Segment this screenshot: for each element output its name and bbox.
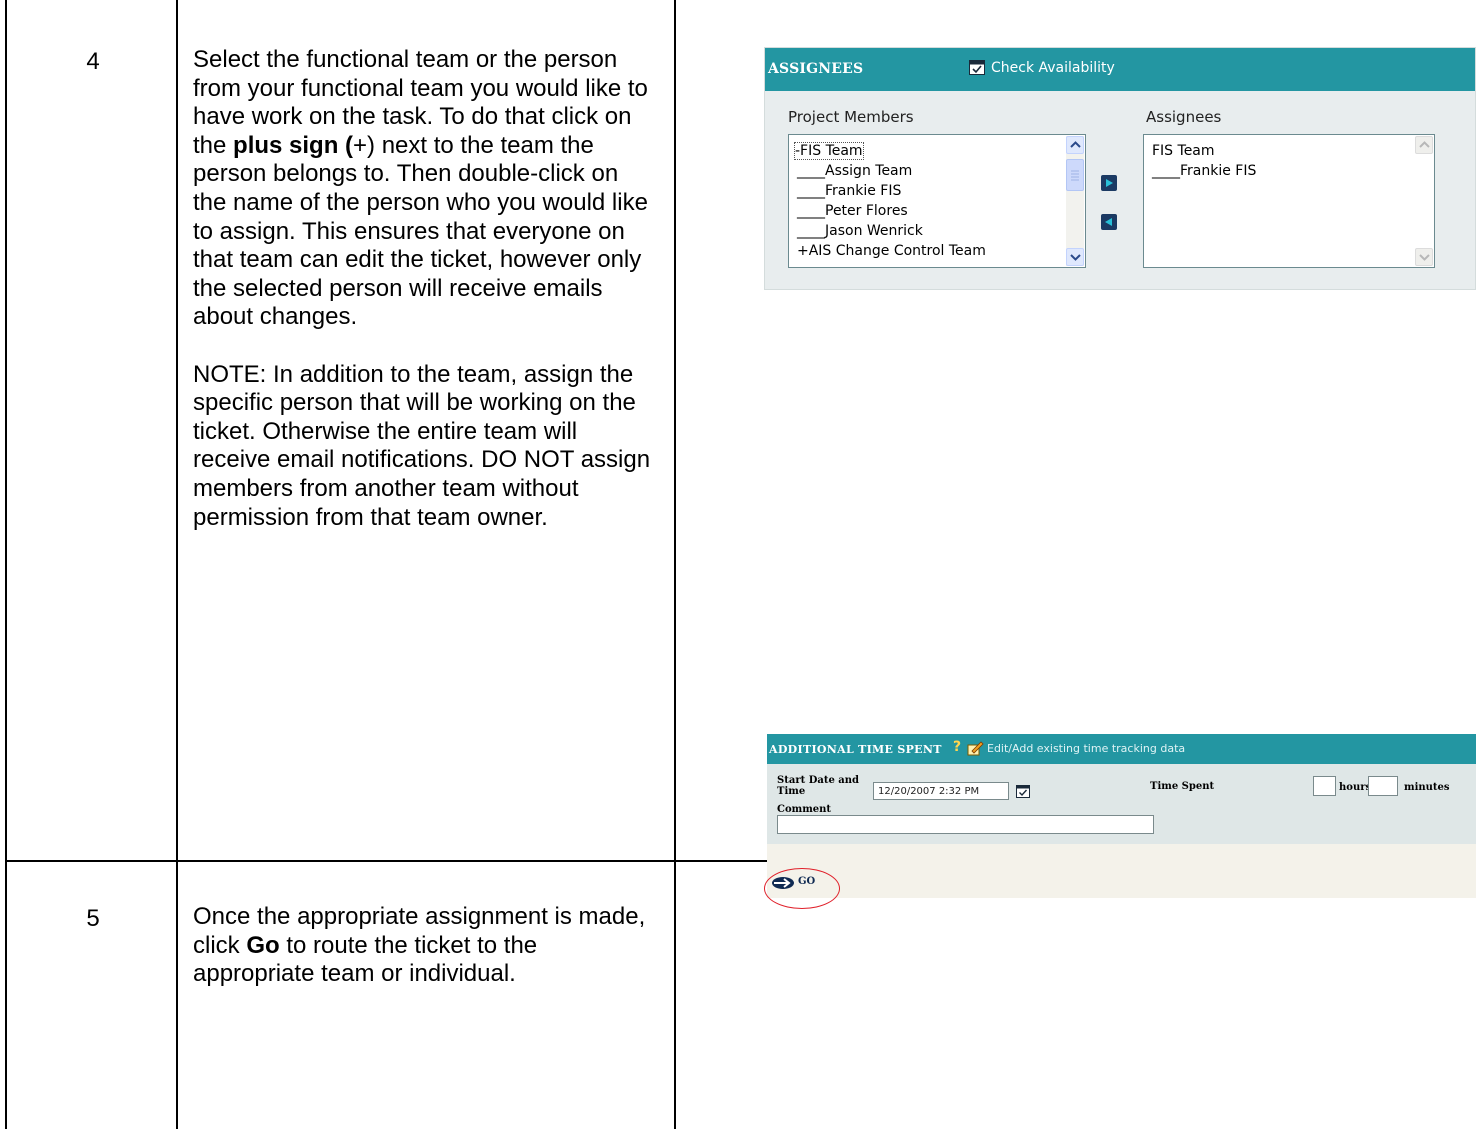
edit-time-tracking-link[interactable]: Edit/Add existing time tracking data bbox=[987, 742, 1185, 755]
scroll-up-button[interactable] bbox=[1415, 136, 1433, 154]
comment-label: Comment bbox=[777, 804, 832, 815]
list-item[interactable]: FIS Team bbox=[1152, 143, 1215, 159]
hours-input[interactable] bbox=[1313, 776, 1336, 796]
instruction-plus: + bbox=[353, 131, 368, 159]
time-spent-title: ADDITIONAL TIME SPENT bbox=[769, 743, 942, 756]
minutes-input[interactable] bbox=[1368, 776, 1398, 796]
chevron-down-icon bbox=[1419, 254, 1430, 261]
scroll-down-button[interactable] bbox=[1066, 248, 1084, 266]
step-note: NOTE: In addition to the team, assign th… bbox=[193, 360, 651, 531]
scrollbar[interactable] bbox=[1066, 136, 1084, 266]
table-border-left bbox=[5, 0, 7, 1129]
remove-assignee-button[interactable] bbox=[1101, 214, 1117, 230]
scroll-down-button[interactable] bbox=[1415, 248, 1433, 266]
project-members-label: Project Members bbox=[788, 108, 914, 126]
time-spent-header: ADDITIONAL TIME SPENT ? Edit/Add existin… bbox=[767, 734, 1476, 764]
arrow-right-icon bbox=[1106, 179, 1113, 187]
minutes-label: minutes bbox=[1404, 782, 1450, 793]
list-item[interactable]: ____Peter Flores bbox=[797, 203, 908, 219]
chevron-down-icon bbox=[1070, 254, 1081, 261]
hours-label: hours bbox=[1339, 782, 1372, 793]
go-highlight-circle bbox=[764, 868, 840, 909]
step-instruction: Select the functional team or the person… bbox=[193, 46, 653, 532]
instruction-bold: plus sign ( bbox=[233, 131, 354, 159]
calendar-check-icon[interactable] bbox=[969, 59, 985, 75]
assignees-label: Assignees bbox=[1146, 108, 1222, 126]
pencil-icon[interactable] bbox=[966, 739, 984, 757]
step-instruction: Once the appropriate assignment is made,… bbox=[193, 903, 653, 989]
step-paragraph: Once the appropriate assignment is made,… bbox=[193, 903, 653, 989]
check-availability-link[interactable]: Check Availability bbox=[991, 60, 1115, 76]
add-assignee-button[interactable] bbox=[1101, 175, 1117, 191]
list-item[interactable]: +AIS Change Control Team bbox=[797, 243, 986, 259]
start-date-input[interactable] bbox=[873, 782, 1009, 800]
table-divider-2 bbox=[674, 0, 676, 1129]
list-item[interactable]: ____Jason Wenrick bbox=[797, 223, 923, 239]
time-spent-form: Start Date and Time Time Spent hours min… bbox=[767, 764, 1476, 844]
chevron-up-icon bbox=[1070, 141, 1081, 148]
start-date-label-time: Time bbox=[777, 786, 806, 797]
assignees-header: ASSIGNEES Check Availability bbox=[765, 48, 1475, 91]
time-spent-panel: ADDITIONAL TIME SPENT ? Edit/Add existin… bbox=[767, 734, 1476, 898]
time-spent-label: Time Spent bbox=[1150, 781, 1215, 792]
list-item[interactable]: -FIS Team bbox=[794, 142, 864, 160]
help-icon[interactable]: ? bbox=[953, 739, 961, 755]
assignees-list[interactable]: FIS Team ____Frankie FIS bbox=[1143, 134, 1435, 268]
assignees-title: ASSIGNEES bbox=[768, 61, 864, 77]
table-divider-1 bbox=[176, 0, 178, 1129]
start-date-label: Start Date and bbox=[777, 775, 860, 786]
step-paragraph: Select the functional team or the person… bbox=[193, 46, 653, 332]
project-members-list[interactable]: -FIS Team ____Assign Team ____Frankie FI… bbox=[788, 134, 1086, 268]
instruction-bold: Go bbox=[246, 931, 280, 959]
calendar-icon[interactable] bbox=[1016, 784, 1030, 798]
chevron-up-icon bbox=[1419, 141, 1430, 148]
assignees-panel: ASSIGNEES Check Availability Project Mem… bbox=[764, 47, 1476, 290]
list-item[interactable]: ____Frankie FIS bbox=[797, 183, 901, 199]
grip-icon bbox=[1071, 170, 1079, 181]
comment-input[interactable] bbox=[777, 815, 1154, 834]
arrow-left-icon bbox=[1105, 218, 1112, 226]
scroll-thumb[interactable] bbox=[1066, 159, 1084, 191]
step-number: 4 bbox=[86, 48, 100, 75]
instruction-text: ) next to the team the person belongs to… bbox=[193, 131, 648, 331]
list-item[interactable]: ____Frankie FIS bbox=[1152, 163, 1256, 179]
step-number: 5 bbox=[86, 905, 100, 932]
list-item[interactable]: ____Assign Team bbox=[797, 163, 912, 179]
scrollbar[interactable] bbox=[1415, 136, 1433, 266]
scroll-up-button[interactable] bbox=[1066, 136, 1084, 154]
